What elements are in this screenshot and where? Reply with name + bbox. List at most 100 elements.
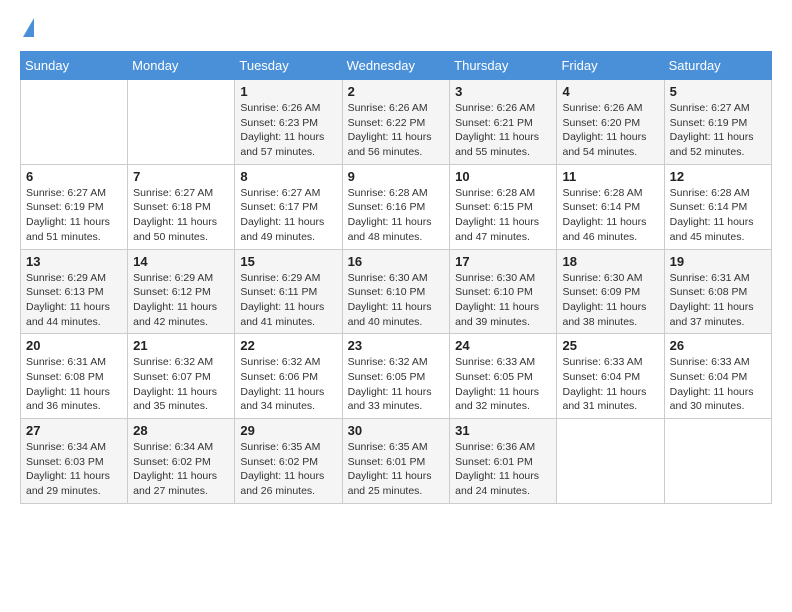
day-number: 14 — [133, 254, 229, 269]
weekday-header-saturday: Saturday — [664, 52, 771, 80]
calendar-week-1: 1 Sunrise: 6:26 AM Sunset: 6:23 PM Daylig… — [21, 80, 772, 165]
day-info: Sunrise: 6:32 AM Sunset: 6:06 PM Dayligh… — [240, 355, 336, 414]
day-number: 10 — [455, 169, 551, 184]
calendar-cell: 21 Sunrise: 6:32 AM Sunset: 6:07 PM Dayli… — [128, 334, 235, 419]
logo-triangle-icon — [23, 18, 34, 37]
day-info: Sunrise: 6:26 AM Sunset: 6:23 PM Dayligh… — [240, 101, 336, 160]
day-number: 4 — [562, 84, 658, 99]
day-number: 13 — [26, 254, 122, 269]
calendar-cell: 22 Sunrise: 6:32 AM Sunset: 6:06 PM Dayli… — [235, 334, 342, 419]
calendar-cell: 25 Sunrise: 6:33 AM Sunset: 6:04 PM Dayli… — [557, 334, 664, 419]
calendar-cell — [664, 419, 771, 504]
day-info: Sunrise: 6:27 AM Sunset: 6:19 PM Dayligh… — [26, 186, 122, 245]
calendar-cell: 23 Sunrise: 6:32 AM Sunset: 6:05 PM Dayli… — [342, 334, 450, 419]
day-info: Sunrise: 6:33 AM Sunset: 6:04 PM Dayligh… — [562, 355, 658, 414]
day-info: Sunrise: 6:31 AM Sunset: 6:08 PM Dayligh… — [670, 271, 766, 330]
day-info: Sunrise: 6:26 AM Sunset: 6:22 PM Dayligh… — [348, 101, 445, 160]
day-number: 22 — [240, 338, 336, 353]
day-info: Sunrise: 6:27 AM Sunset: 6:19 PM Dayligh… — [670, 101, 766, 160]
day-number: 31 — [455, 423, 551, 438]
day-info: Sunrise: 6:27 AM Sunset: 6:17 PM Dayligh… — [240, 186, 336, 245]
day-info: Sunrise: 6:34 AM Sunset: 6:03 PM Dayligh… — [26, 440, 122, 499]
calendar-cell: 6 Sunrise: 6:27 AM Sunset: 6:19 PM Daylig… — [21, 164, 128, 249]
day-info: Sunrise: 6:34 AM Sunset: 6:02 PM Dayligh… — [133, 440, 229, 499]
calendar-week-2: 6 Sunrise: 6:27 AM Sunset: 6:19 PM Daylig… — [21, 164, 772, 249]
day-number: 12 — [670, 169, 766, 184]
day-info: Sunrise: 6:28 AM Sunset: 6:15 PM Dayligh… — [455, 186, 551, 245]
calendar-cell: 5 Sunrise: 6:27 AM Sunset: 6:19 PM Daylig… — [664, 80, 771, 165]
day-number: 23 — [348, 338, 445, 353]
calendar-cell: 28 Sunrise: 6:34 AM Sunset: 6:02 PM Dayli… — [128, 419, 235, 504]
weekday-header-sunday: Sunday — [21, 52, 128, 80]
day-number: 27 — [26, 423, 122, 438]
calendar-cell: 18 Sunrise: 6:30 AM Sunset: 6:09 PM Dayli… — [557, 249, 664, 334]
day-number: 21 — [133, 338, 229, 353]
day-number: 29 — [240, 423, 336, 438]
calendar-cell: 9Sunrise: 6:28 AM Sunset: 6:16 PM Daylig… — [342, 164, 450, 249]
day-info: Sunrise: 6:36 AM Sunset: 6:01 PM Dayligh… — [455, 440, 551, 499]
day-number: 18 — [562, 254, 658, 269]
day-info: Sunrise: 6:27 AM Sunset: 6:18 PM Dayligh… — [133, 186, 229, 245]
logo — [20, 20, 34, 41]
day-info: Sunrise: 6:32 AM Sunset: 6:07 PM Dayligh… — [133, 355, 229, 414]
day-number: 7 — [133, 169, 229, 184]
day-info: Sunrise: 6:29 AM Sunset: 6:11 PM Dayligh… — [240, 271, 336, 330]
weekday-header-wednesday: Wednesday — [342, 52, 450, 80]
calendar-cell: 17 Sunrise: 6:30 AM Sunset: 6:10 PM Dayli… — [450, 249, 557, 334]
calendar-header-row: SundayMondayTuesdayWednesdayThursdayFrid… — [21, 52, 772, 80]
day-number: 11 — [562, 169, 658, 184]
calendar-table: SundayMondayTuesdayWednesdayThursdayFrid… — [20, 51, 772, 504]
day-info: Sunrise: 6:29 AM Sunset: 6:13 PM Dayligh… — [26, 271, 122, 330]
day-info: Sunrise: 6:31 AM Sunset: 6:08 PM Dayligh… — [26, 355, 122, 414]
weekday-header-monday: Monday — [128, 52, 235, 80]
day-number: 6 — [26, 169, 122, 184]
day-info: Sunrise: 6:28 AM Sunset: 6:14 PM Dayligh… — [562, 186, 658, 245]
day-info: Sunrise: 6:33 AM Sunset: 6:05 PM Dayligh… — [455, 355, 551, 414]
weekday-header-friday: Friday — [557, 52, 664, 80]
calendar-cell: 11 Sunrise: 6:28 AM Sunset: 6:14 PM Dayli… — [557, 164, 664, 249]
calendar-cell: 1 Sunrise: 6:26 AM Sunset: 6:23 PM Daylig… — [235, 80, 342, 165]
day-number: 15 — [240, 254, 336, 269]
day-number: 19 — [670, 254, 766, 269]
calendar-cell: 30 Sunrise: 6:35 AM Sunset: 6:01 PM Dayli… — [342, 419, 450, 504]
day-info: Sunrise: 6:26 AM Sunset: 6:21 PM Dayligh… — [455, 101, 551, 160]
day-info: Sunrise: 6:30 AM Sunset: 6:10 PM Dayligh… — [348, 271, 445, 330]
calendar-cell: 4 Sunrise: 6:26 AM Sunset: 6:20 PM Daylig… — [557, 80, 664, 165]
day-info: Sunrise: 6:26 AM Sunset: 6:20 PM Dayligh… — [562, 101, 658, 160]
calendar-cell: 10 Sunrise: 6:28 AM Sunset: 6:15 PM Dayli… — [450, 164, 557, 249]
calendar-week-5: 27 Sunrise: 6:34 AM Sunset: 6:03 PM Dayli… — [21, 419, 772, 504]
weekday-header-tuesday: Tuesday — [235, 52, 342, 80]
calendar-cell — [128, 80, 235, 165]
calendar-cell — [557, 419, 664, 504]
calendar-cell: 2 Sunrise: 6:26 AM Sunset: 6:22 PM Daylig… — [342, 80, 450, 165]
calendar-week-3: 13 Sunrise: 6:29 AM Sunset: 6:13 PM Dayli… — [21, 249, 772, 334]
day-number: 3 — [455, 84, 551, 99]
calendar-cell: 16 Sunrise: 6:30 AM Sunset: 6:10 PM Dayli… — [342, 249, 450, 334]
calendar-cell: 13 Sunrise: 6:29 AM Sunset: 6:13 PM Dayli… — [21, 249, 128, 334]
day-number: 2 — [348, 84, 445, 99]
calendar-cell — [21, 80, 128, 165]
day-info: Sunrise: 6:35 AM Sunset: 6:01 PM Dayligh… — [348, 440, 445, 499]
day-number: 30 — [348, 423, 445, 438]
calendar-cell: 19 Sunrise: 6:31 AM Sunset: 6:08 PM Dayli… — [664, 249, 771, 334]
day-info: Sunrise: 6:28 AM Sunset: 6:16 PM Dayligh… — [348, 186, 445, 245]
calendar-cell: 27 Sunrise: 6:34 AM Sunset: 6:03 PM Dayli… — [21, 419, 128, 504]
day-info: Sunrise: 6:33 AM Sunset: 6:04 PM Dayligh… — [670, 355, 766, 414]
day-number: 20 — [26, 338, 122, 353]
weekday-header-thursday: Thursday — [450, 52, 557, 80]
calendar-cell: 15 Sunrise: 6:29 AM Sunset: 6:11 PM Dayli… — [235, 249, 342, 334]
day-info: Sunrise: 6:35 AM Sunset: 6:02 PM Dayligh… — [240, 440, 336, 499]
day-info: Sunrise: 6:30 AM Sunset: 6:10 PM Dayligh… — [455, 271, 551, 330]
day-number: 25 — [562, 338, 658, 353]
day-number: 17 — [455, 254, 551, 269]
calendar-week-4: 20 Sunrise: 6:31 AM Sunset: 6:08 PM Dayli… — [21, 334, 772, 419]
calendar-cell: 29 Sunrise: 6:35 AM Sunset: 6:02 PM Dayli… — [235, 419, 342, 504]
day-number: 1 — [240, 84, 336, 99]
calendar-cell: 20 Sunrise: 6:31 AM Sunset: 6:08 PM Dayli… — [21, 334, 128, 419]
day-number: 5 — [670, 84, 766, 99]
day-info: Sunrise: 6:32 AM Sunset: 6:05 PM Dayligh… — [348, 355, 445, 414]
day-number: 16 — [348, 254, 445, 269]
day-number: 28 — [133, 423, 229, 438]
calendar-cell: 3 Sunrise: 6:26 AM Sunset: 6:21 PM Daylig… — [450, 80, 557, 165]
day-info: Sunrise: 6:30 AM Sunset: 6:09 PM Dayligh… — [562, 271, 658, 330]
